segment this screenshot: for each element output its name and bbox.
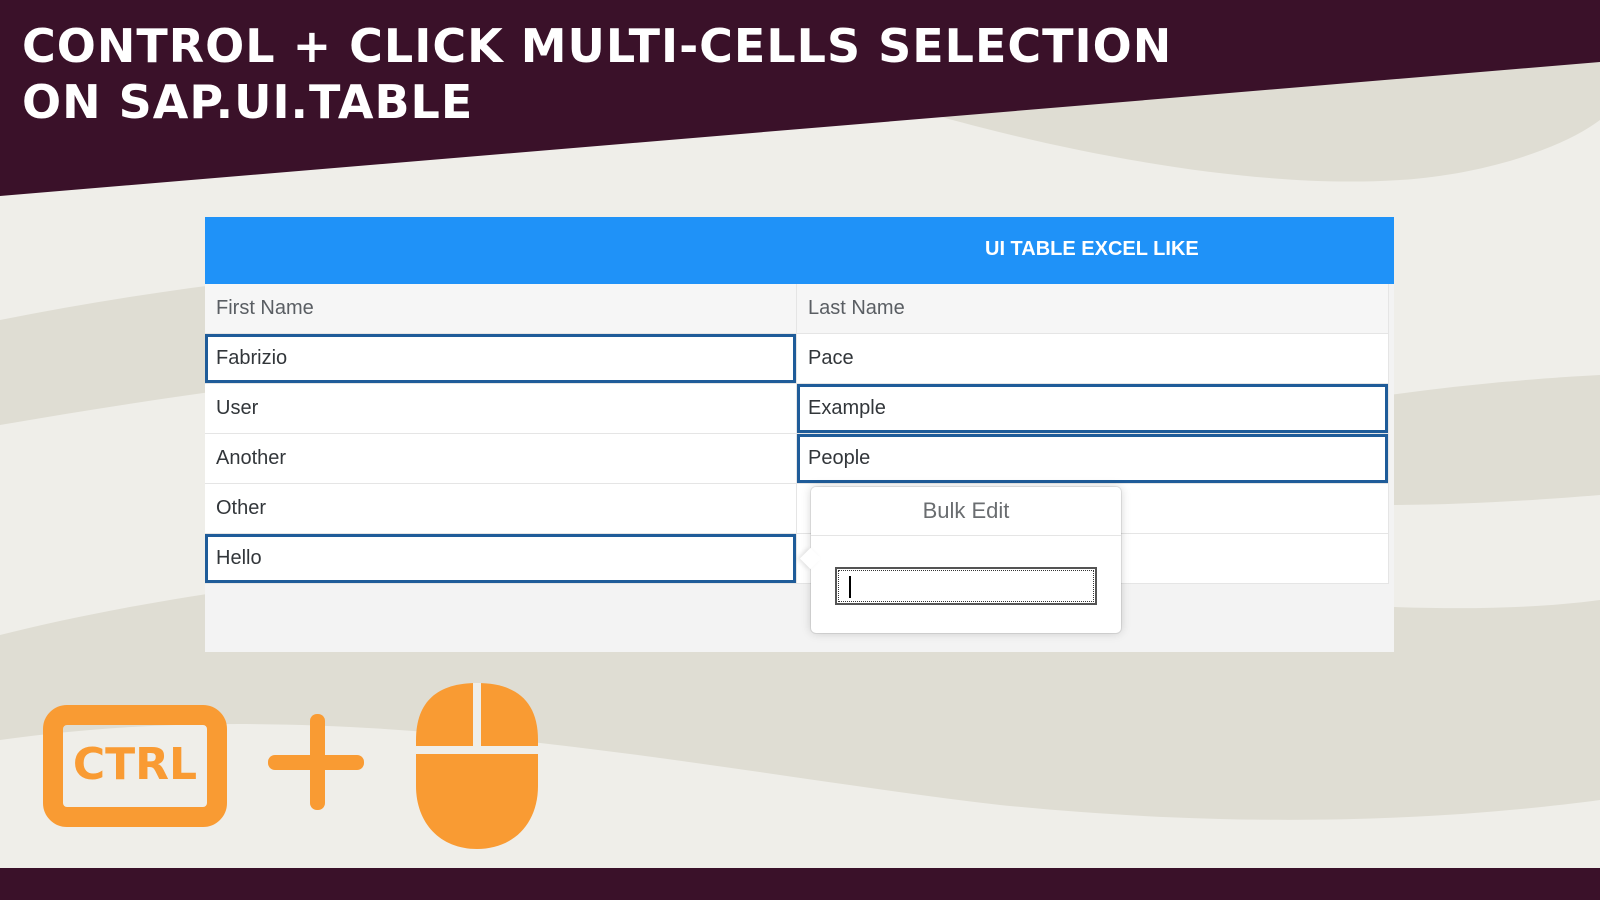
table-cell[interactable]: People bbox=[797, 434, 1389, 484]
footer-band bbox=[0, 868, 1600, 900]
headline-line-1: CONTROL + CLICK MULTI-CELLS SELECTION bbox=[22, 19, 1173, 73]
table-title: UI TABLE EXCEL LIKE bbox=[985, 238, 1199, 260]
table-cell[interactable]: User bbox=[205, 384, 797, 434]
table-cell[interactable]: Example bbox=[797, 384, 1389, 434]
header-row: First Name Last Name bbox=[205, 284, 1389, 334]
plus-icon bbox=[268, 714, 364, 810]
table-cell[interactable]: Hello bbox=[205, 534, 797, 584]
wave-shape bbox=[1390, 375, 1600, 505]
table-cell[interactable]: Other bbox=[205, 484, 797, 534]
ui-table: UI TABLE EXCEL LIKE First Name Last Name… bbox=[205, 217, 1394, 652]
bulk-edit-input[interactable] bbox=[835, 567, 1097, 605]
table-row: Fabrizio Pace bbox=[205, 334, 1389, 384]
headline: CONTROL + CLICK MULTI-CELLS SELECTION ON… bbox=[22, 18, 1172, 130]
table-row: Hello bbox=[205, 534, 1389, 584]
table-row: User Example bbox=[205, 384, 1389, 434]
popover-title: Bulk Edit bbox=[811, 487, 1121, 536]
table-row: Other bbox=[205, 484, 1389, 534]
bulk-edit-popover: Bulk Edit bbox=[799, 487, 1121, 633]
table-cell[interactable]: Fabrizio bbox=[205, 334, 797, 384]
column-header-last-name[interactable]: Last Name bbox=[797, 284, 1389, 334]
table-cell[interactable]: Pace bbox=[797, 334, 1389, 384]
ctrl-key-label: CTRL bbox=[72, 739, 198, 790]
headline-line-2: ON SAP.UI.TABLE bbox=[22, 75, 474, 129]
mouse-icon bbox=[416, 683, 538, 849]
column-header-first-name[interactable]: First Name bbox=[205, 284, 797, 334]
table-cell[interactable]: Another bbox=[205, 434, 797, 484]
table-row: Another People bbox=[205, 434, 1389, 484]
table-toolbar: UI TABLE EXCEL LIKE bbox=[205, 217, 1394, 284]
text-caret bbox=[849, 576, 851, 598]
